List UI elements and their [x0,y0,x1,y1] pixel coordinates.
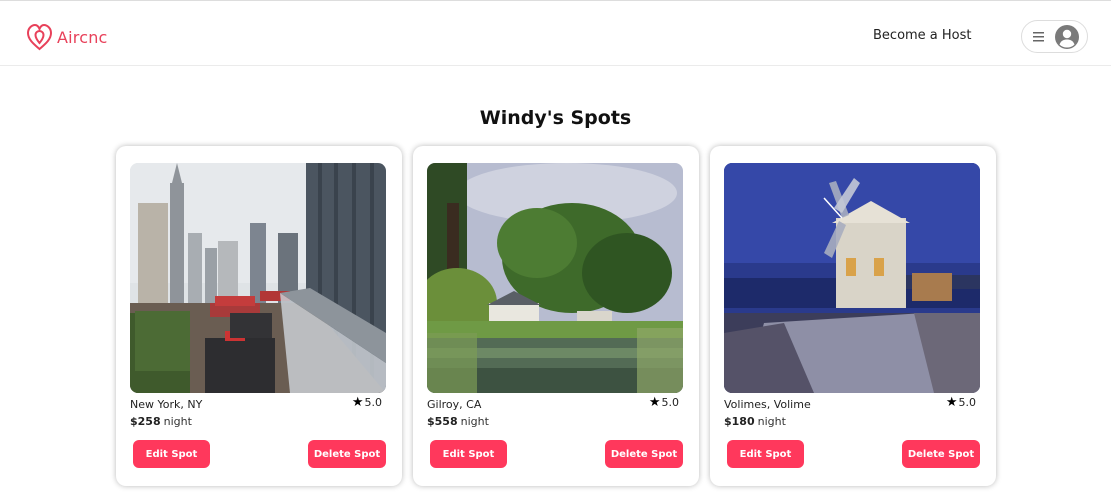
spot-card[interactable]: New York, NY ★ 5.0 $258 night Edit Spot D… [116,146,402,486]
user-avatar-icon [1055,25,1079,49]
price-unit: night [460,415,489,428]
spot-location: Volimes, Volime [724,398,811,411]
edit-spot-button[interactable]: Edit Spot [727,440,804,468]
rooftop-city-photo [130,163,386,393]
spot-image[interactable] [130,163,386,393]
edit-spot-button[interactable]: Edit Spot [133,440,210,468]
star-icon: ★ [945,395,958,410]
spot-location: New York, NY [130,398,203,411]
profile-menu-button[interactable] [1021,20,1088,53]
price-unit: night [757,415,786,428]
hamburger-menu-icon [1033,32,1044,42]
delete-spot-button[interactable]: Delete Spot [308,440,386,468]
delete-spot-button[interactable]: Delete Spot [605,440,683,468]
lakeside-estate-photo [427,163,683,393]
logo-text: Aircnc [57,27,108,47]
spot-price: $258 night [130,415,192,428]
spot-image[interactable] [427,163,683,393]
top-navbar: Aircnc Become a Host [0,0,1111,66]
price-value: $180 [724,415,755,428]
rating-value: 5.0 [661,396,680,409]
become-host-link[interactable]: Become a Host [873,28,972,43]
spot-image[interactable] [724,163,980,393]
spot-location: Gilroy, CA [427,398,482,411]
spot-card[interactable]: Gilroy, CA ★ 5.0 $558 night Edit Spot Del… [413,146,699,486]
price-unit: night [163,415,192,428]
rating-value: 5.0 [958,396,977,409]
windmill-night-photo [724,163,980,393]
star-icon: ★ [351,395,364,410]
spot-price: $180 night [724,415,786,428]
spot-rating: ★ 5.0 [649,396,679,409]
delete-spot-button[interactable]: Delete Spot [902,440,980,468]
price-value: $258 [130,415,161,428]
spot-rating: ★ 5.0 [352,396,382,409]
spot-card[interactable]: Volimes, Volime ★ 5.0 $180 night Edit Spo… [710,146,996,486]
page-title: Windy's Spots [479,107,632,129]
star-icon: ★ [648,395,661,410]
airbnb-logo-icon [26,23,53,51]
edit-spot-button[interactable]: Edit Spot [430,440,507,468]
spot-price: $558 night [427,415,489,428]
spot-rating: ★ 5.0 [946,396,976,409]
home-logo-link[interactable]: Aircnc [26,23,108,51]
rating-value: 5.0 [364,396,383,409]
price-value: $558 [427,415,458,428]
